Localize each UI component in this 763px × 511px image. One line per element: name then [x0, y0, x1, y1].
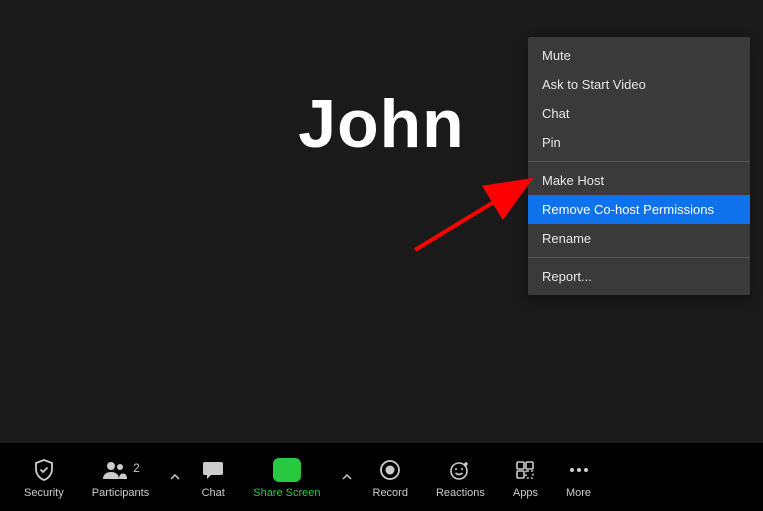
record-button[interactable]: Record: [359, 443, 422, 511]
toolbar-label: Reactions: [436, 487, 485, 499]
share-screen-icon: [273, 455, 301, 485]
participants-group: 2 Participants: [78, 443, 187, 511]
toolbar-label: Apps: [513, 487, 538, 499]
reactions-icon: [448, 455, 472, 485]
menu-item-remove-cohost[interactable]: Remove Co-host Permissions: [528, 195, 750, 224]
toolbar-label: Security: [24, 487, 64, 499]
menu-item-pin[interactable]: Pin: [528, 128, 750, 157]
share-screen-caret[interactable]: [335, 443, 359, 511]
share-screen-group: Share Screen: [239, 443, 358, 511]
chevron-up-icon: [170, 472, 180, 482]
more-icon: [567, 455, 591, 485]
share-screen-button[interactable]: Share Screen: [239, 443, 334, 511]
participants-count: 2: [133, 461, 140, 475]
menu-item-chat[interactable]: Chat: [528, 99, 750, 128]
apps-button[interactable]: Apps: [499, 443, 552, 511]
participants-button[interactable]: 2 Participants: [78, 443, 163, 511]
menu-item-ask-start-video[interactable]: Ask to Start Video: [528, 70, 750, 99]
participants-icon: 2: [101, 455, 140, 485]
security-button[interactable]: Security: [10, 443, 78, 511]
menu-divider: [528, 257, 750, 258]
more-button[interactable]: More: [552, 443, 605, 511]
apps-icon: [514, 455, 536, 485]
menu-item-mute[interactable]: Mute: [528, 41, 750, 70]
shield-icon: [32, 455, 56, 485]
record-icon: [379, 455, 401, 485]
toolbar-label: Participants: [92, 487, 149, 499]
participant-context-menu: Mute Ask to Start Video Chat Pin Make Ho…: [528, 37, 750, 295]
meeting-toolbar: Security 2 Participants Chat Share Scree: [0, 443, 763, 511]
participants-caret[interactable]: [163, 443, 187, 511]
chevron-up-icon: [342, 472, 352, 482]
toolbar-label: Share Screen: [253, 487, 320, 499]
chat-button[interactable]: Chat: [187, 443, 239, 511]
menu-item-make-host[interactable]: Make Host: [528, 166, 750, 195]
participant-name: John: [298, 85, 464, 163]
reactions-button[interactable]: Reactions: [422, 443, 499, 511]
menu-item-report[interactable]: Report...: [528, 262, 750, 291]
menu-item-rename[interactable]: Rename: [528, 224, 750, 253]
toolbar-label: Record: [373, 487, 408, 499]
toolbar-label: Chat: [202, 487, 225, 499]
chat-icon: [201, 455, 225, 485]
toolbar-label: More: [566, 487, 591, 499]
menu-divider: [528, 161, 750, 162]
